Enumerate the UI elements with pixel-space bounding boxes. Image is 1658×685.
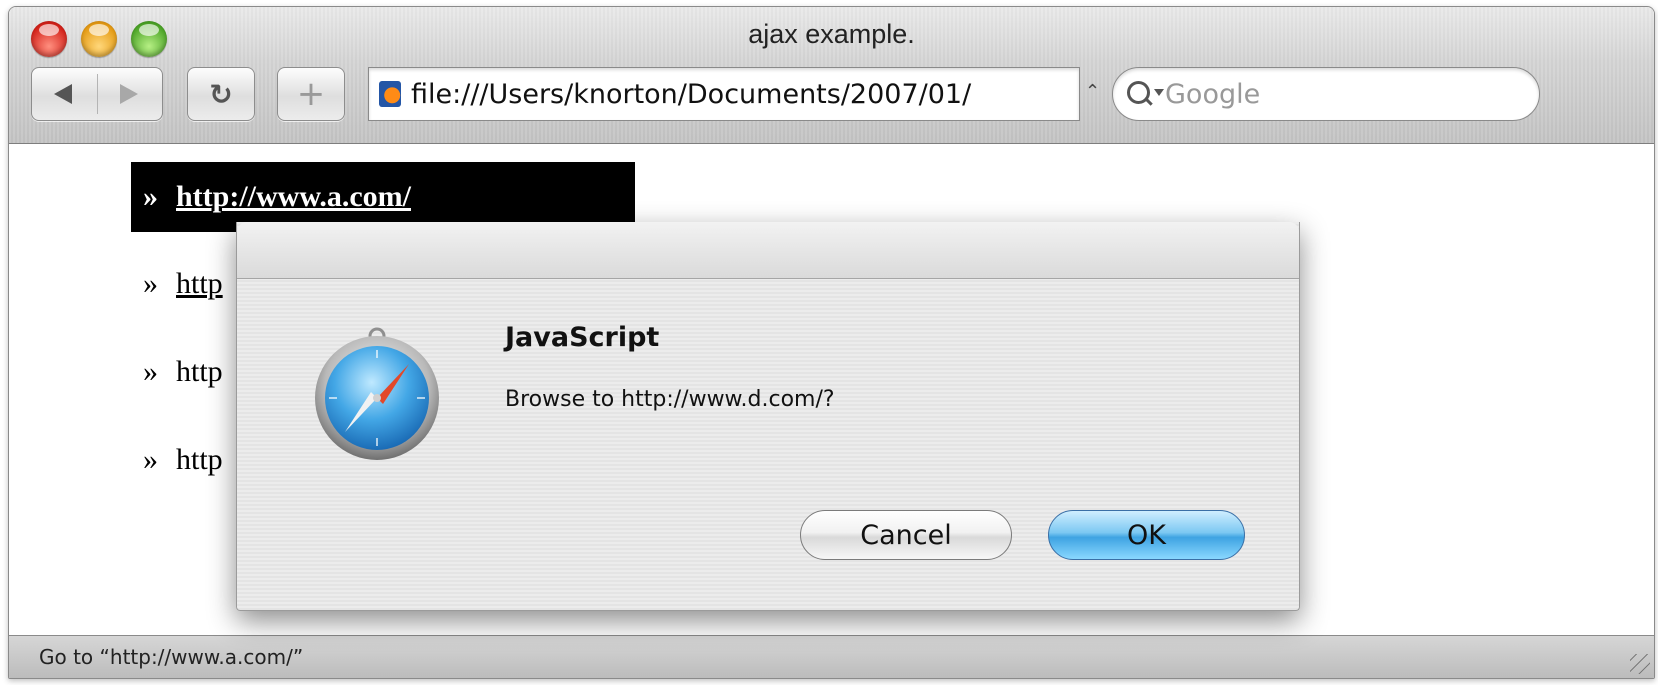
bullet: »: [143, 267, 158, 300]
reload-icon: ↻: [209, 77, 233, 111]
link[interactable]: http://www.a.com/: [176, 180, 411, 214]
address-field[interactable]: file:///Users/knorton/Documents/2007/01/: [368, 67, 1080, 121]
add-bookmark-button[interactable]: +: [277, 67, 345, 121]
status-bar: Go to “http://www.a.com/”: [9, 635, 1654, 678]
plus-icon: +: [296, 74, 326, 114]
resize-grip-icon[interactable]: [1630, 654, 1650, 674]
search-field[interactable]: [1112, 67, 1540, 121]
search-icon[interactable]: [1125, 79, 1165, 109]
dialog-title: JavaScript: [505, 322, 660, 353]
back-forward-control: [31, 67, 163, 121]
status-text: Go to “http://www.a.com/”: [39, 645, 304, 669]
cancel-button[interactable]: Cancel: [800, 510, 1012, 560]
toolbar: ajax example. ↻ + file:///Users/knorton/…: [9, 7, 1654, 144]
link[interactable]: http: [176, 443, 223, 477]
address-text[interactable]: file:///Users/knorton/Documents/2007/01/: [411, 79, 971, 110]
favicon-icon: [379, 81, 401, 107]
safari-compass-icon: [315, 327, 439, 460]
window-title: ajax example.: [748, 19, 915, 49]
dialog-header: [237, 222, 1299, 279]
dialog-message: Browse to http://www.d.com/?: [505, 387, 835, 412]
search-input[interactable]: [1165, 78, 1505, 110]
back-arrow-icon[interactable]: [54, 84, 72, 104]
link[interactable]: http: [176, 355, 223, 389]
forward-arrow-icon[interactable]: [120, 84, 138, 104]
bullet: »: [143, 180, 158, 213]
javascript-confirm-dialog: JavaScript Browse to http://www.d.com/? …: [236, 222, 1300, 611]
divider: [97, 74, 98, 114]
bullet: »: [143, 443, 158, 476]
ok-button[interactable]: OK: [1048, 510, 1245, 560]
link[interactable]: http: [176, 267, 223, 301]
address-dropdown-icon[interactable]: ⌃: [1085, 81, 1100, 102]
reload-button[interactable]: ↻: [187, 67, 255, 121]
bullet: »: [143, 355, 158, 388]
